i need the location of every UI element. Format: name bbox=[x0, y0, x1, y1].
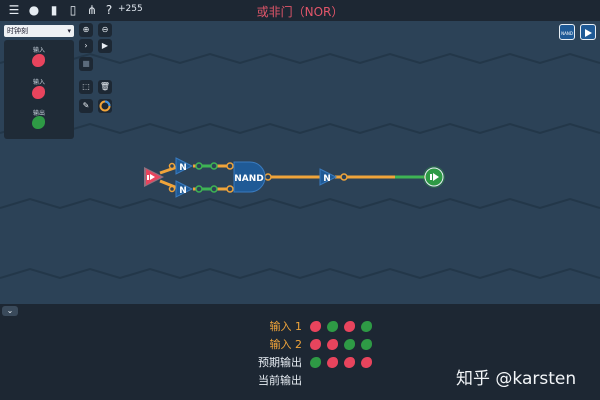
row-label-expected: 预期输出 bbox=[258, 356, 302, 369]
wire-node bbox=[340, 173, 348, 181]
wire-node bbox=[168, 162, 176, 170]
not-gate-out-label: N bbox=[323, 174, 331, 184]
truth-cell bbox=[310, 357, 321, 368]
truth-cell bbox=[327, 339, 338, 350]
truth-cell bbox=[310, 339, 321, 350]
wire-node bbox=[195, 162, 203, 170]
not-gate-a-label: N bbox=[179, 163, 187, 173]
wire-node bbox=[210, 162, 218, 170]
truth-cell bbox=[344, 357, 355, 368]
wire-node bbox=[264, 173, 272, 181]
truth-cell bbox=[344, 339, 355, 350]
truth-cell bbox=[344, 321, 355, 332]
truth-cell bbox=[361, 321, 372, 332]
truth-cell bbox=[361, 339, 372, 350]
nand-gate-label: NAND bbox=[234, 174, 264, 184]
row-label-input-1: 输入 1 bbox=[269, 320, 303, 333]
truth-cell bbox=[327, 321, 338, 332]
wire-node bbox=[168, 185, 176, 193]
not-gate-b-label: N bbox=[179, 186, 187, 196]
watermark: 知乎 @karsten bbox=[456, 369, 577, 389]
wire-node bbox=[226, 185, 234, 193]
truth-cell bbox=[327, 357, 338, 368]
collapse-button[interactable]: ⌄ bbox=[2, 306, 18, 316]
wire-node bbox=[226, 162, 234, 170]
truth-cell bbox=[310, 321, 321, 332]
wire-node bbox=[210, 185, 218, 193]
row-label-input-2: 输入 2 bbox=[269, 338, 303, 351]
truth-cell bbox=[361, 357, 372, 368]
wire-node bbox=[195, 185, 203, 193]
row-label-current: 当前输出 bbox=[258, 374, 302, 387]
